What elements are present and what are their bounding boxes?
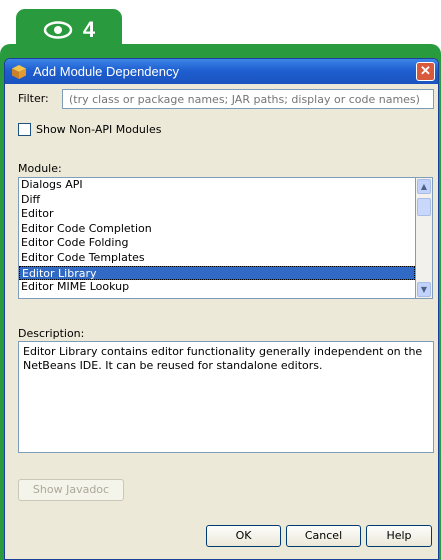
list-item[interactable]: Editor Code Templates	[19, 251, 415, 266]
filter-input[interactable]	[62, 89, 434, 109]
module-list[interactable]: Dialogs API Diff Editor Editor Code Comp…	[18, 177, 416, 299]
scroll-up-button[interactable]: ▲	[417, 179, 431, 194]
module-list-scrollbar[interactable]: ▲ ▼	[416, 177, 433, 299]
chevron-up-icon: ▲	[420, 182, 428, 191]
netbeans-cube-icon	[12, 64, 26, 79]
filter-label: Filter:	[18, 92, 49, 105]
step-badge: 4	[16, 9, 122, 49]
title-bar[interactable]: Add Module Dependency ✕	[5, 59, 438, 84]
list-item[interactable]: Dialogs API	[19, 178, 415, 193]
step-number: 4	[82, 17, 96, 42]
module-label: Module:	[18, 162, 62, 175]
list-item[interactable]: Editor Code Folding	[19, 236, 415, 251]
list-item[interactable]: Editor Code Completion	[19, 222, 415, 237]
scroll-down-button[interactable]: ▼	[417, 282, 431, 297]
description-text: Editor Library contains editor functiona…	[23, 345, 423, 372]
list-item[interactable]: Editor	[19, 207, 415, 222]
dialog-window: Add Module Dependency ✕ Filter: Show Non…	[4, 58, 439, 560]
show-non-api-label[interactable]: Show Non-API Modules	[36, 123, 161, 136]
dialog-title: Add Module Dependency	[33, 64, 179, 79]
help-button[interactable]: Help	[366, 525, 432, 547]
chevron-down-icon: ▼	[420, 285, 428, 294]
description-label: Description:	[18, 327, 85, 340]
list-item[interactable]: Editor MIME Lookup	[19, 280, 415, 295]
show-javadoc-button[interactable]: Show Javadoc	[18, 479, 124, 501]
eye-icon	[43, 21, 73, 39]
list-item-selected[interactable]: Editor Library	[19, 265, 415, 281]
ok-button[interactable]: OK	[206, 525, 281, 547]
description-box: Editor Library contains editor functiona…	[18, 341, 434, 453]
cancel-button[interactable]: Cancel	[286, 525, 361, 547]
list-item[interactable]: Diff	[19, 193, 415, 208]
close-button[interactable]: ✕	[416, 62, 435, 81]
show-non-api-checkbox[interactable]	[18, 123, 31, 136]
scroll-thumb[interactable]	[417, 198, 431, 216]
close-icon: ✕	[420, 63, 431, 78]
